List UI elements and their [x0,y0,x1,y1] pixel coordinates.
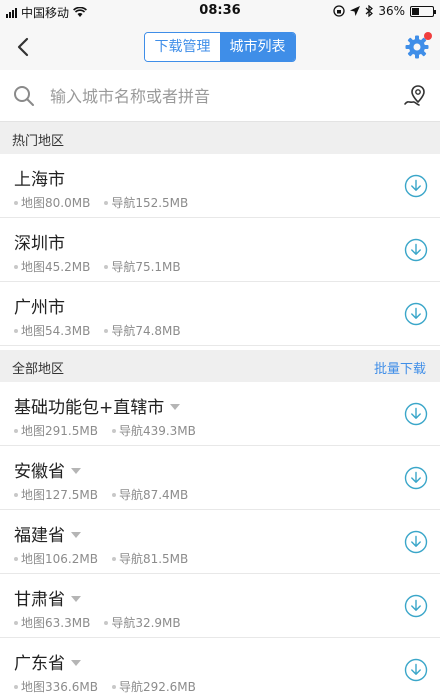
download-icon[interactable] [404,530,428,554]
list-item[interactable]: 福建省 地图106.2MB 导航81.5MB [0,510,440,574]
bullet-dot [104,200,109,205]
nav-size: 导航292.6MB [118,680,196,694]
section-header-all: 全部地区 批量下载 [0,350,440,382]
bullet-dot [14,620,18,625]
bullet-dot [111,428,116,433]
region-name: 安徽省 [14,462,65,482]
bullet-dot [111,492,116,497]
battery-icon [410,5,436,17]
region-name: 上海市 [14,170,65,190]
notification-badge [424,32,432,40]
nav-size: 导航74.8MB [111,324,181,338]
chevron-down-icon[interactable] [71,595,81,602]
nav-size: 导航75.1MB [111,260,181,274]
list-item[interactable]: 广东省 地图336.6MB 导航292.6MB [0,638,440,695]
nav-size: 导航81.5MB [118,552,189,566]
bullet-dot [14,428,18,433]
bullet-dot [14,684,18,689]
list-item[interactable]: 广州市 地图54.3MB 导航74.8MB [0,282,440,346]
nav-size: 导航87.4MB [118,488,189,502]
bullet-dot [104,328,109,333]
battery-percent: 36% [378,4,405,18]
region-name: 广东省 [14,654,65,674]
map-size: 地图127.5MB [21,488,98,502]
list-item[interactable]: 基础功能包+直辖市 地图291.5MB 导航439.3MB [0,382,440,446]
tab-city-list[interactable]: 城市列表 [220,33,295,61]
nav-size: 导航32.9MB [111,616,181,630]
download-icon[interactable] [404,402,428,426]
list-item[interactable]: 安徽省 地图127.5MB 导航87.4MB [0,446,440,510]
settings-button[interactable] [404,32,432,60]
search-input[interactable] [50,82,380,110]
bullet-dot [111,684,116,689]
lock-rotation-icon [333,5,345,17]
section-title-hot: 热门地区 [12,134,65,149]
download-icon[interactable] [404,658,428,682]
map-size: 地图291.5MB [21,424,98,438]
search-bar [0,70,440,122]
download-icon[interactable] [404,594,428,618]
region-name: 深圳市 [14,234,65,254]
bullet-dot [14,200,18,205]
list-item[interactable]: 上海市 地图80.0MB 导航152.5MB [0,154,440,218]
list-item[interactable]: 深圳市 地图45.2MB 导航75.1MB [0,218,440,282]
list-item[interactable]: 甘肃省 地图63.3MB 导航32.9MB [0,574,440,638]
bullet-dot [104,264,109,269]
chevron-down-icon[interactable] [71,467,81,474]
tab-download-manager[interactable]: 下载管理 [145,33,220,61]
nav-size: 导航152.5MB [111,196,189,210]
back-icon[interactable] [10,32,38,62]
map-size: 地图63.3MB [21,616,91,630]
nav-size: 导航439.3MB [118,424,196,438]
bullet-dot [14,492,18,497]
bullet-dot [14,556,18,561]
region-name: 福建省 [14,526,65,546]
map-size: 地图80.0MB [21,196,91,210]
search-icon [14,86,34,106]
chevron-down-icon[interactable] [71,531,81,538]
status-bar: 中国移动 08:36 36% [0,0,440,24]
batch-download-button[interactable]: 批量下载 [374,358,426,377]
location-arrow-icon [350,6,361,16]
region-name: 基础功能包+直辖市 [14,398,165,418]
bullet-dot [111,556,116,561]
chevron-down-icon[interactable] [71,659,81,666]
download-icon[interactable] [404,174,428,198]
map-size: 地图106.2MB [21,552,98,566]
section-header-hot: 热门地区 [0,122,440,154]
map-size: 地图45.2MB [21,260,91,274]
bullet-dot [104,620,109,625]
map-size: 地图336.6MB [21,680,98,694]
bullet-dot [14,264,18,269]
chevron-down-icon[interactable] [170,403,181,410]
map-size: 地图54.3MB [21,324,91,338]
download-icon[interactable] [404,466,428,490]
bluetooth-icon [365,5,374,17]
region-name: 广州市 [14,298,65,318]
segmented-control: 下载管理 城市列表 [144,32,296,62]
bullet-dot [14,328,18,333]
locate-city-icon[interactable] [402,83,428,109]
region-name: 甘肃省 [14,590,65,610]
section-title-all: 全部地区 [12,362,65,377]
download-icon[interactable] [404,302,428,326]
nav-bar: 下载管理 城市列表 [0,24,440,70]
download-icon[interactable] [404,238,428,262]
